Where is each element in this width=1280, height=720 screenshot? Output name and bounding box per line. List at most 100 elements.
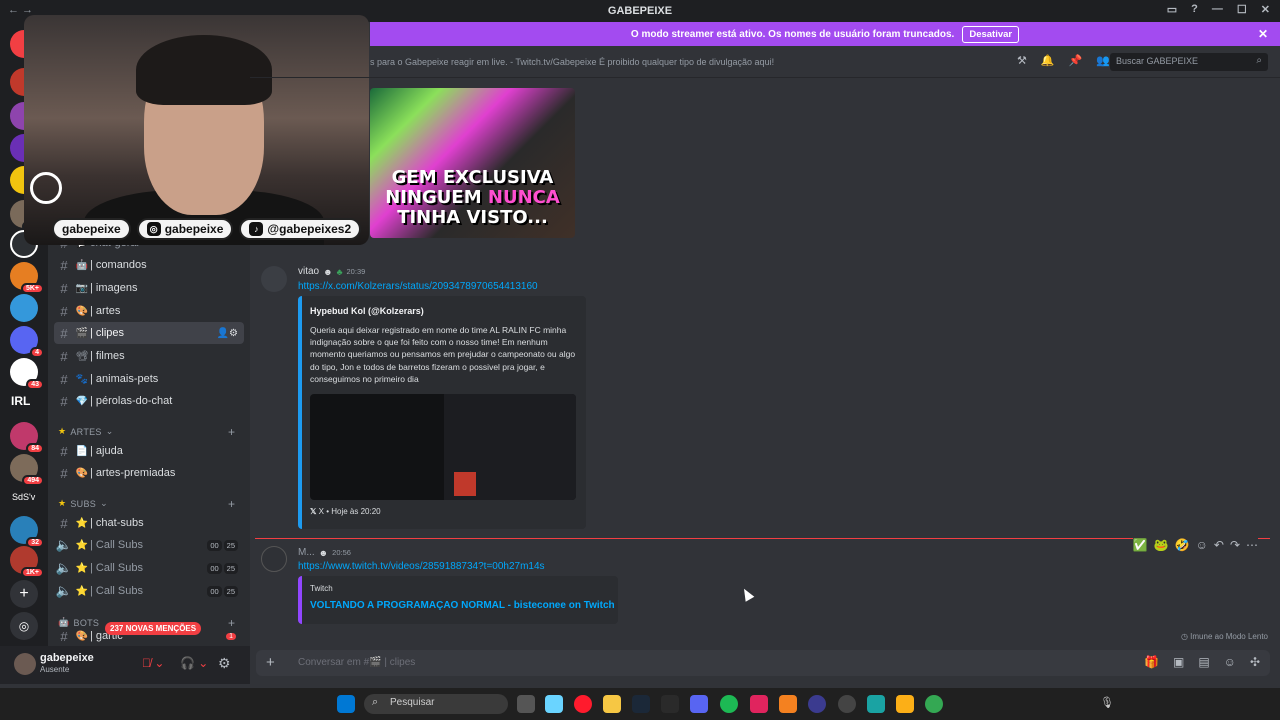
add-channel-icon[interactable]: + — [228, 616, 235, 630]
close-banner-icon[interactable]: ✕ — [1258, 27, 1268, 41]
category-bots[interactable]: 🤖 BOTS + — [58, 616, 235, 630]
chrome-icon[interactable] — [925, 695, 943, 713]
copilot-icon[interactable] — [545, 695, 563, 713]
channel-filmes[interactable]: # 📽 | filmes — [54, 345, 244, 367]
reaction-emoji-icon[interactable]: 🤣 — [1175, 538, 1190, 552]
message-link[interactable]: https://x.com/Kolzerars/status/209347897… — [298, 281, 538, 292]
avatar[interactable] — [261, 546, 287, 572]
settings-gear-icon[interactable]: ⚙ — [218, 655, 231, 672]
reply-icon[interactable]: ↶ — [1214, 538, 1224, 552]
help-icon[interactable]: ? — [1191, 3, 1198, 16]
gift-icon[interactable]: 🎁 — [1144, 655, 1159, 669]
embed-title[interactable]: VOLTANDO A PROGRAMAÇAO NORMAL - bistecon… — [310, 600, 615, 611]
inbox-icon[interactable]: ▭ — [1167, 3, 1177, 16]
deactivate-button[interactable]: Desativar — [962, 25, 1020, 43]
hash-icon: # — [60, 348, 68, 364]
reaction-emoji-icon[interactable]: 🐸 — [1154, 538, 1169, 552]
channel-artes[interactable]: # 🎨 | artes — [54, 300, 244, 322]
notification-badge: 1K+ — [20, 567, 44, 578]
nitro-badge-icon: ♣ — [336, 266, 343, 277]
message-composer[interactable]: + Conversar em #🎬 | clipes 🎁 ▣ ▤ ☺ ✣ — [256, 650, 1270, 676]
embed-image[interactable] — [310, 394, 576, 500]
steam-icon[interactable] — [632, 695, 650, 713]
task-view-icon[interactable] — [517, 695, 535, 713]
add-channel-icon[interactable]: + — [228, 497, 235, 511]
app-icon[interactable] — [779, 695, 797, 713]
avatar[interactable] — [261, 266, 287, 292]
channel-ajuda[interactable]: # 📄 | ajuda — [54, 440, 244, 462]
server-icon[interactable]: 84 — [10, 422, 44, 454]
channel-imagens[interactable]: # 📷 | imagens — [54, 277, 244, 299]
spotify-icon[interactable] — [720, 695, 738, 713]
windows-start-icon[interactable] — [337, 695, 355, 713]
category-subs[interactable]: ★ SUBS ⌄ + — [58, 497, 235, 511]
opera-icon[interactable] — [574, 695, 592, 713]
voice-channel-call-subs[interactable]: 🔈 ⭐ | Call Subs 00 25 — [54, 580, 244, 602]
notification-bell-icon[interactable]: 🔔 — [1041, 54, 1055, 67]
mute-mic-icon[interactable]: 🎙̸ ⌄ — [142, 656, 164, 670]
channel-topic[interactable]: s para o Gabepeixe reagir em live. - Twi… — [370, 57, 774, 67]
channel-clipes[interactable]: # 🎬 | clipes 👤⚙ — [54, 322, 244, 344]
file-explorer-icon[interactable] — [603, 695, 621, 713]
minimize-button[interactable]: — — [1212, 3, 1223, 16]
app-icon[interactable] — [838, 695, 856, 713]
threads-icon[interactable]: ⚒ — [1017, 54, 1027, 67]
new-mentions-pill[interactable]: 237 NOVAS MENÇÕES — [105, 622, 202, 635]
channel-comandos[interactable]: # 🤖 | comandos — [54, 254, 244, 276]
username[interactable]: gabepeixe — [40, 652, 94, 664]
hash-icon: # — [60, 515, 68, 531]
add-reaction-icon[interactable]: ☺ — [1196, 538, 1208, 552]
explore-icon[interactable]: ◎ — [10, 612, 38, 640]
add-server-icon[interactable]: + — [10, 580, 38, 608]
voice-channel-call-subs[interactable]: 🔈 ⭐ | Call Subs 00 25 — [54, 557, 244, 579]
avatar[interactable] — [14, 653, 36, 675]
server-icon[interactable]: 32 — [10, 516, 44, 548]
video-thumbnail[interactable]: GEM EXCLUSIVA NINGUEM NUNCA TINHA VISTO.… — [370, 88, 575, 238]
app-icon[interactable] — [867, 695, 885, 713]
reaction-check-icon[interactable]: ✅ — [1133, 538, 1148, 552]
channel-artes-premiadas[interactable]: # 🎨 | artes-premiadas — [54, 462, 244, 484]
server-icon[interactable]: 4 — [10, 326, 44, 358]
sticker-icon[interactable]: ▤ — [1198, 655, 1209, 669]
more-options-icon[interactable]: ⋯ — [1246, 538, 1258, 552]
message-author[interactable]: M... — [298, 547, 315, 558]
close-window-button[interactable]: ✕ — [1261, 3, 1270, 16]
server-icon[interactable]: 494 — [10, 454, 44, 486]
server-sdsv[interactable]: SdS'v — [12, 492, 35, 502]
back-forward-icons[interactable]: ← → — [8, 4, 33, 16]
rockstar-icon[interactable] — [896, 695, 914, 713]
server-icon[interactable]: 1K+ — [10, 546, 44, 578]
members-icon[interactable]: 👥 — [1096, 54, 1110, 67]
channel-chat-subs[interactable]: # ⭐ | chat-subs — [54, 512, 244, 534]
server-irl[interactable]: IRL — [11, 394, 30, 408]
channel-perolas[interactable]: # 💎 | pérolas-do-chat — [54, 390, 244, 412]
category-artes[interactable]: ★ ARTES ⌄ + — [58, 425, 235, 439]
attach-plus-icon[interactable]: + — [266, 654, 275, 671]
server-icon[interactable] — [10, 294, 38, 322]
embed-author[interactable]: Hypebud Kol (@Kolzerars) — [310, 306, 424, 316]
server-icon[interactable]: 43 — [10, 358, 44, 390]
microphone-icon[interactable]: 🎙 — [1100, 696, 1114, 709]
invite-settings-icons[interactable]: 👤⚙ — [217, 328, 238, 339]
apps-icon[interactable]: ✣ — [1250, 655, 1260, 669]
message-link[interactable]: https://www.twitch.tv/videos/2859188734?… — [298, 561, 545, 572]
discord-icon[interactable] — [690, 695, 708, 713]
channel-label: | artes-premiadas — [90, 467, 176, 479]
gif-icon[interactable]: ▣ — [1173, 655, 1184, 669]
deafen-icon[interactable]: 🎧 ⌄ — [180, 656, 208, 670]
maximize-button[interactable]: ☐ — [1237, 3, 1247, 16]
message-header: vitao ☻ ♣ 20:39 — [298, 266, 365, 277]
forward-icon[interactable]: ↷ — [1230, 538, 1240, 552]
message-author[interactable]: vitao — [298, 266, 319, 277]
channel-animais-pets[interactable]: # 🐾 | animais-pets — [54, 368, 244, 390]
voice-channel-call-subs[interactable]: 🔈 ⭐ | Call Subs 00 25 — [54, 534, 244, 556]
app-icon[interactable] — [661, 695, 679, 713]
server-icon[interactable]: 5K+ — [10, 262, 44, 294]
emoji-icon[interactable]: ☺ — [1224, 655, 1236, 669]
add-channel-icon[interactable]: + — [228, 425, 235, 439]
pinned-icon[interactable]: 📌 — [1069, 54, 1083, 67]
app-icon[interactable] — [750, 695, 768, 713]
taskbar-search-input[interactable]: ⌕ Pesquisar — [364, 694, 508, 714]
search-input[interactable]: Buscar GABEPEIXE ⌕ — [1110, 53, 1268, 71]
app-icon[interactable] — [808, 695, 826, 713]
